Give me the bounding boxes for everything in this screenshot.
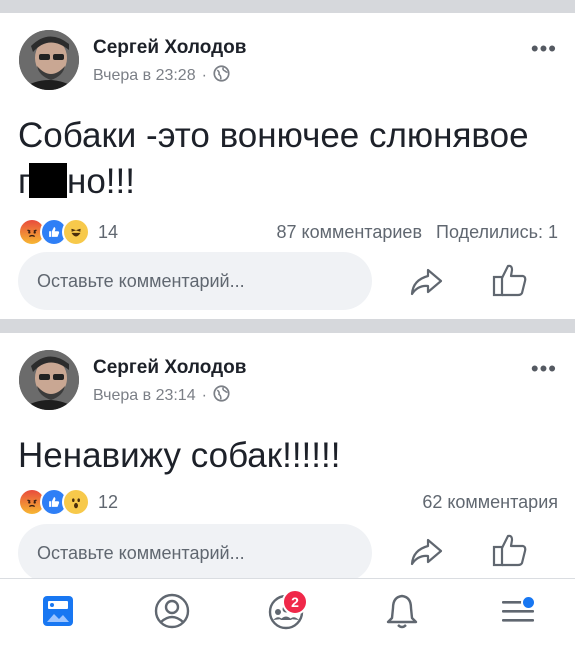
- notification-badge: 2: [282, 589, 308, 615]
- like-icon[interactable]: [490, 260, 530, 300]
- post-author[interactable]: Сергей Холодов: [93, 37, 246, 59]
- feed-separator: [0, 0, 575, 13]
- shares-count[interactable]: Поделились: 1: [436, 222, 558, 243]
- post-author[interactable]: Сергей Холодов: [93, 357, 246, 379]
- post-meta: Вчера в 23:28 ·: [93, 65, 230, 87]
- redaction-box: [29, 163, 67, 198]
- post-card: Сергей Холодов Вчера в 23:28 · ••• Собак…: [0, 13, 575, 319]
- bottom-tab-bar: 2: [0, 578, 575, 646]
- feed-separator: [0, 319, 575, 333]
- haha-reaction-icon: [62, 218, 90, 246]
- bell-icon: [384, 592, 420, 635]
- comment-input[interactable]: Оставьте комментарий...: [18, 524, 372, 582]
- avatar[interactable]: [19, 350, 79, 410]
- share-icon[interactable]: [406, 531, 446, 571]
- post-text: Ненавижу собак!!!!!!: [18, 436, 341, 475]
- like-icon[interactable]: [490, 530, 530, 570]
- comments-count[interactable]: 62 комментария: [422, 492, 558, 513]
- tab-groups[interactable]: 2: [262, 589, 310, 637]
- post-stats: 12 62 комментария: [18, 488, 558, 516]
- comment-input[interactable]: Оставьте комментарий...: [18, 252, 372, 310]
- tab-profile[interactable]: [148, 589, 196, 637]
- news-feed-icon: [40, 593, 76, 634]
- more-options-button[interactable]: •••: [531, 358, 557, 380]
- post-stats: 14 87 комментариев Поделились: 1: [18, 218, 558, 246]
- more-options-button[interactable]: •••: [531, 38, 557, 60]
- tab-notifications[interactable]: [378, 589, 426, 637]
- avatar[interactable]: [19, 30, 79, 90]
- post-time[interactable]: Вчера в 23:28: [93, 67, 196, 85]
- stats-right: 62 комментария: [422, 492, 558, 513]
- post-text: Собаки -это вонючее слюнявое г но!!!: [18, 113, 563, 205]
- comment-row: Оставьте комментарий...: [18, 251, 558, 311]
- meta-separator: ·: [201, 67, 207, 84]
- profile-icon: [153, 592, 191, 635]
- tab-menu[interactable]: [494, 589, 542, 637]
- post-text-fragment: г: [18, 162, 29, 201]
- menu-dot-indicator: [521, 595, 536, 610]
- reaction-count[interactable]: 14: [98, 222, 118, 243]
- tab-news-feed[interactable]: [34, 589, 82, 637]
- reaction-summary[interactable]: [18, 488, 90, 516]
- reaction-count[interactable]: 12: [98, 492, 118, 513]
- globe-icon: [213, 65, 230, 87]
- wow-reaction-icon: [62, 488, 90, 516]
- comment-row: Оставьте комментарий...: [18, 523, 558, 583]
- comments-count[interactable]: 87 комментариев: [277, 222, 423, 243]
- reaction-summary[interactable]: [18, 218, 90, 246]
- post-text-line1: Собаки -это вонючее слюнявое: [18, 116, 529, 155]
- globe-icon: [213, 385, 230, 407]
- post-card: Сергей Холодов Вчера в 23:14 · ••• Ненав…: [0, 333, 575, 583]
- meta-separator: ·: [201, 387, 207, 404]
- post-text-fragment-end: но!!!: [67, 162, 135, 201]
- share-icon[interactable]: [406, 261, 446, 301]
- post-meta: Вчера в 23:14 ·: [93, 385, 230, 407]
- stats-right: 87 комментариев Поделились: 1: [277, 222, 559, 243]
- post-time[interactable]: Вчера в 23:14: [93, 387, 196, 405]
